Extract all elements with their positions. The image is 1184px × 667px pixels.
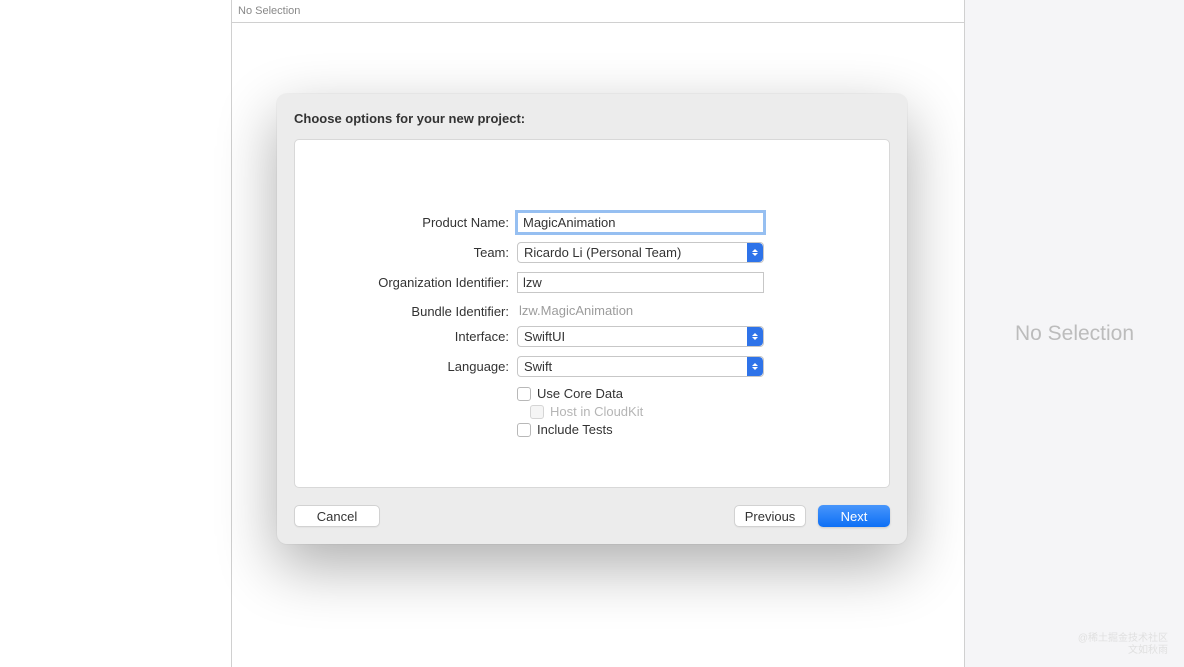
updown-arrows-icon: [747, 327, 763, 346]
updown-arrows-icon: [747, 243, 763, 262]
row-team: Team: Ricardo Li (Personal Team): [295, 242, 889, 263]
new-project-options-sheet: Choose options for your new project: Pro…: [277, 94, 907, 544]
watermark-line2: 文如秋雨: [1078, 645, 1168, 657]
language-select-value: Swift: [524, 359, 552, 374]
sheet-footer: Cancel Previous Next: [294, 505, 890, 527]
row-product-name: Product Name:: [295, 212, 889, 233]
language-select[interactable]: Swift: [517, 356, 764, 377]
label-org-id: Organization Identifier:: [295, 275, 517, 290]
checkbox-row-tests[interactable]: Include Tests: [517, 422, 764, 437]
checkbox-label-core-data: Use Core Data: [537, 386, 623, 401]
cancel-button[interactable]: Cancel: [294, 505, 380, 527]
footer-right-buttons: Previous Next: [734, 505, 890, 527]
team-select-value: Ricardo Li (Personal Team): [524, 245, 681, 260]
row-checkboxes: Use Core Data Host in CloudKit Include T…: [295, 386, 889, 440]
row-language: Language: Swift: [295, 356, 889, 377]
modal-overlay: Choose options for your new project: Pro…: [0, 0, 1184, 667]
interface-select[interactable]: SwiftUI: [517, 326, 764, 347]
row-bundle-id: Bundle Identifier: lzw.MagicAnimation: [295, 302, 889, 320]
label-team: Team:: [295, 245, 517, 260]
label-interface: Interface:: [295, 329, 517, 344]
watermark: @稀土掘金技术社区 文如秋雨: [1078, 633, 1168, 657]
bundle-id-value: lzw.MagicAnimation: [517, 303, 633, 318]
checkbox-label-tests: Include Tests: [537, 422, 613, 437]
checkbox-icon: [530, 405, 544, 419]
watermark-line1: @稀土掘金技术社区: [1078, 633, 1168, 645]
row-org-id: Organization Identifier:: [295, 272, 889, 293]
checkbox-row-cloudkit: Host in CloudKit: [517, 404, 764, 419]
sheet-title: Choose options for your new project:: [294, 111, 890, 126]
label-bundle-id: Bundle Identifier:: [295, 304, 517, 319]
label-language: Language:: [295, 359, 517, 374]
sheet-form-area: Product Name: Team: Ricardo Li (Personal…: [294, 139, 890, 488]
interface-select-value: SwiftUI: [524, 329, 565, 344]
label-product-name: Product Name:: [295, 215, 517, 230]
previous-button[interactable]: Previous: [734, 505, 806, 527]
row-interface: Interface: SwiftUI: [295, 326, 889, 347]
next-button[interactable]: Next: [818, 505, 890, 527]
checkbox-row-core-data[interactable]: Use Core Data: [517, 386, 764, 401]
checkbox-label-cloudkit: Host in CloudKit: [550, 404, 643, 419]
checkbox-icon: [517, 387, 531, 401]
updown-arrows-icon: [747, 357, 763, 376]
team-select[interactable]: Ricardo Li (Personal Team): [517, 242, 764, 263]
org-id-input[interactable]: [517, 272, 764, 293]
checkbox-icon: [517, 423, 531, 437]
product-name-input[interactable]: [517, 212, 764, 233]
